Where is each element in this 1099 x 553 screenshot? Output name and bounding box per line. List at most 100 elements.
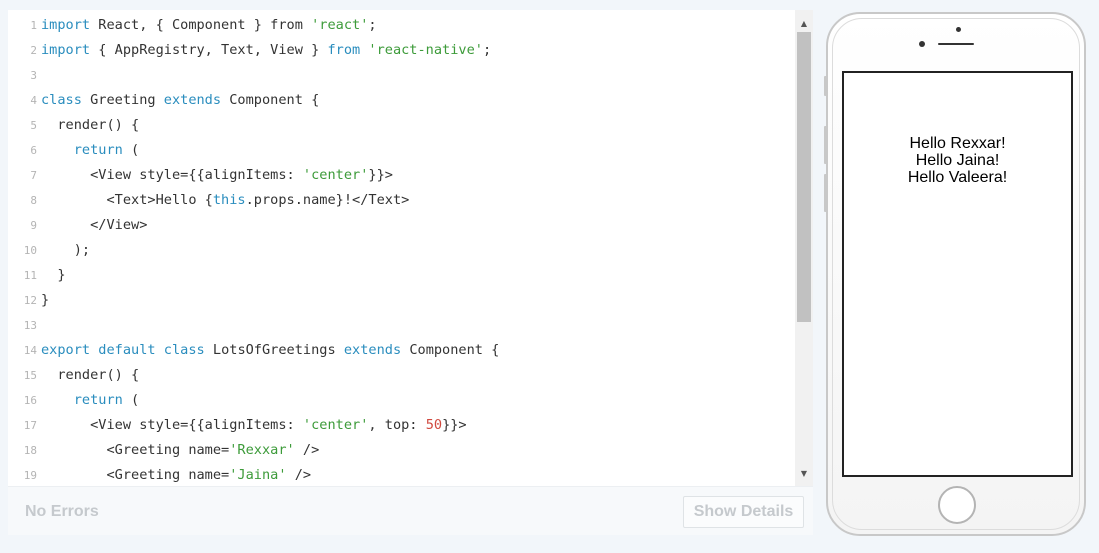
line-number: 12	[23, 294, 37, 307]
code-text: </View>	[41, 213, 147, 238]
code-token: this	[212, 192, 246, 208]
code-token: from	[270, 17, 303, 33]
code-line: 7 <View style={{alignItems: 'center'}}>	[8, 163, 795, 188]
greeting-text: Hello Valeera!	[907, 169, 1008, 186]
code-line: 17 <View style={{alignItems: 'center', t…	[8, 413, 795, 438]
code-text: <Greeting name='Rexxar' />	[41, 438, 319, 463]
code-token: 'react'	[311, 17, 369, 33]
scrollbar-thumb[interactable]	[797, 32, 811, 322]
code-token: }}>	[368, 167, 393, 183]
code-text: );	[41, 238, 90, 263]
status-bar: No Errors Show Details	[8, 486, 813, 535]
code-token: }	[41, 292, 50, 308]
line-number: 18	[23, 444, 37, 457]
code-token: , top:	[368, 417, 426, 433]
earpiece-speaker-icon	[938, 43, 974, 45]
code-text: render() {	[41, 113, 139, 138]
line-number: 6	[30, 144, 37, 157]
code-token: }	[41, 267, 66, 283]
proximity-sensor-icon	[919, 41, 925, 47]
code-text: }	[41, 263, 66, 288]
editor-scrollbar[interactable]: ▲ ▼	[795, 10, 813, 486]
code-token: class	[41, 92, 82, 108]
code-token: LotsOfGreetings	[204, 342, 344, 358]
code-token: export	[41, 342, 91, 358]
line-number: 13	[23, 319, 37, 332]
code-token: import	[41, 17, 91, 33]
code-token: render() {	[41, 367, 140, 383]
code-token: );	[41, 242, 91, 258]
code-token: default	[98, 342, 156, 358]
line-number: 5	[30, 119, 37, 132]
code-token: Greeting	[81, 92, 164, 108]
code-text: class Greeting extends Component {	[41, 88, 319, 113]
line-number: 17	[23, 419, 37, 432]
greetings-view: Hello Rexxar! Hello Jaina! Hello Valeera…	[844, 135, 1071, 186]
code-text: render() {	[41, 363, 139, 388]
line-number: 1	[30, 19, 37, 32]
code-token: (	[122, 142, 140, 158]
code-text: import React, { Component } from 'react'…	[41, 13, 377, 38]
code-text: return (	[41, 388, 139, 413]
code-token: return	[73, 392, 123, 408]
phone-volume-up-button	[824, 126, 827, 164]
home-button[interactable]	[938, 486, 976, 524]
show-details-button[interactable]: Show Details	[683, 496, 804, 528]
code-line: 19 <Greeting name='Jaina' />	[8, 463, 795, 486]
code-line: 3	[8, 63, 795, 88]
code-line: 1 import React, { Component } from 'react…	[8, 13, 795, 38]
line-number: 11	[23, 269, 37, 282]
code-text: import { AppRegistry, Text, View } from …	[41, 38, 491, 63]
code-token: extends	[343, 342, 402, 358]
line-number: 3	[30, 69, 37, 82]
scroll-up-arrow-icon[interactable]: ▲	[795, 14, 813, 32]
line-number: 9	[30, 219, 37, 232]
code-token: <Text>Hello {	[41, 192, 213, 208]
phone-volume-down-button	[824, 174, 827, 212]
code-token: <Greeting name=	[41, 467, 230, 483]
code-token: React, { Component }	[90, 17, 271, 33]
code-line: 11 }	[8, 263, 795, 288]
line-number: 2	[30, 44, 37, 57]
code-token: Component {	[221, 92, 320, 108]
code-token: return	[73, 142, 123, 158]
code-token: 'Rexxar'	[229, 442, 295, 458]
code-token: Component {	[401, 342, 500, 358]
code-text: }	[41, 288, 49, 313]
code-line: 10 );	[8, 238, 795, 263]
code-token: 'center'	[302, 417, 369, 433]
code-line: 2 import { AppRegistry, Text, View } from…	[8, 38, 795, 63]
line-number: 14	[23, 344, 37, 357]
code-token: .props.name}!</Text>	[245, 192, 410, 208]
code-line: 8 <Text>Hello {this.props.name}!</Text>	[8, 188, 795, 213]
scroll-down-arrow-icon[interactable]: ▼	[795, 464, 813, 482]
code-token: 'Jaina'	[229, 467, 287, 483]
code-token: 50	[425, 417, 443, 433]
code-editor[interactable]: 1 import React, { Component } from 'react…	[8, 10, 795, 486]
code-line: 16 return (	[8, 388, 795, 413]
code-token: }}>	[442, 417, 467, 433]
code-line: 14 export default class LotsOfGreetings e…	[8, 338, 795, 363]
line-number: 15	[23, 369, 37, 382]
code-editor-panel: 1 import React, { Component } from 'react…	[8, 10, 813, 535]
code-line: 9 </View>	[8, 213, 795, 238]
code-line: 13	[8, 313, 795, 338]
code-token: extends	[163, 92, 222, 108]
code-token: <View style={{alignItems:	[41, 417, 303, 433]
phone-screen[interactable]: Hello Rexxar! Hello Jaina! Hello Valeera…	[842, 71, 1073, 477]
code-text: <Text>Hello {this.props.name}!</Text>	[41, 188, 409, 213]
code-token: from	[327, 42, 361, 58]
code-token: ;	[482, 42, 492, 58]
code-text: <Greeting name='Jaina' />	[41, 463, 311, 486]
code-line: 4 class Greeting extends Component {	[8, 88, 795, 113]
front-camera-icon	[956, 27, 961, 32]
code-token: render() {	[41, 117, 140, 133]
code-token: />	[294, 442, 320, 458]
code-text: return (	[41, 138, 139, 163]
line-number: 4	[30, 94, 37, 107]
line-number: 7	[30, 169, 37, 182]
error-status-text: No Errors	[25, 503, 99, 520]
